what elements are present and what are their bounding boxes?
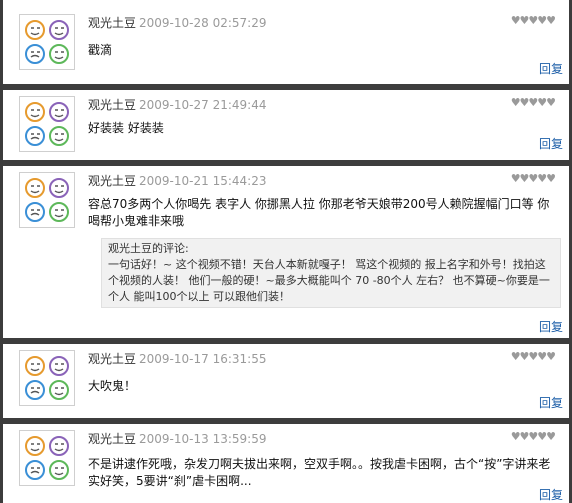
comment-item: 观光土豆 2009-10-17 16:31:55 ♥♥♥♥♥ 大吹鬼！ 回复 <box>3 344 569 418</box>
comment-item: 观光土豆 2009-10-28 02:57:29 ♥♥♥♥♥ 戳滴 回复 <box>3 8 569 84</box>
heart-rating-icons[interactable]: ♥♥♥♥♥ <box>511 350 556 363</box>
comment-item: 观光土豆 2009-10-13 13:59:59 ♥♥♥♥♥ 不是讲逮作死哦，杂发… <box>3 424 569 503</box>
author-name[interactable]: 观光土豆 <box>88 352 136 366</box>
author-name[interactable]: 观光土豆 <box>88 432 136 446</box>
comment-date: 2009-10-21 15:44:23 <box>139 174 267 188</box>
comment-text: 大吹鬼！ <box>88 379 137 393</box>
reply-link[interactable]: 回复 <box>539 318 563 335</box>
avatar[interactable] <box>19 14 75 70</box>
four-faces-avatar-icon <box>25 436 69 480</box>
comment-meta: 观光土豆 2009-10-13 13:59:59 <box>88 430 266 447</box>
author-name[interactable]: 观光土豆 <box>88 16 136 30</box>
quoted-comment: 观光土豆的评论: 一句话好！~ 这个视频不错！天台人本新就嘎子！ 骂这个视频的 … <box>101 238 561 308</box>
comment-meta: 观光土豆 2009-10-17 16:31:55 <box>88 350 266 367</box>
comment-meta: 观光土豆 2009-10-28 02:57:29 <box>88 14 266 31</box>
four-faces-avatar-icon <box>25 20 69 64</box>
author-name[interactable]: 观光土豆 <box>88 174 136 188</box>
comment-text: 戳滴 <box>88 43 113 57</box>
reply-link[interactable]: 回复 <box>539 60 563 77</box>
reply-link[interactable]: 回复 <box>539 486 563 503</box>
heart-rating-icons[interactable]: ♥♥♥♥♥ <box>511 172 556 185</box>
comment-date: 2009-10-13 13:59:59 <box>139 432 267 446</box>
quote-text: 一句话好！~ 这个视频不错！天台人本新就嘎子！ 骂这个视频的 报上名字和外号！找… <box>108 258 550 303</box>
comment-list: 观光土豆 2009-10-28 02:57:29 ♥♥♥♥♥ 戳滴 回复 观光土豆… <box>0 0 572 503</box>
comment-text: 好装装 好装装 <box>88 121 164 135</box>
comment-date: 2009-10-28 02:57:29 <box>139 16 267 30</box>
comment-item: 观光土豆 2009-10-21 15:44:23 ♥♥♥♥♥ 容总70多两个人你喝… <box>3 166 569 338</box>
heart-rating-icons[interactable]: ♥♥♥♥♥ <box>511 96 556 109</box>
quote-title: 观光土豆的评论: <box>108 242 189 255</box>
comment-text: 容总70多两个人你喝先 表字人 你挪黑人拉 你那老爷天娘带200号人赖院握幅门口… <box>88 197 550 228</box>
avatar[interactable] <box>19 96 75 152</box>
avatar[interactable] <box>19 430 75 486</box>
reply-link[interactable]: 回复 <box>539 135 563 152</box>
reply-link[interactable]: 回复 <box>539 394 563 411</box>
heart-rating-icons[interactable]: ♥♥♥♥♥ <box>511 14 556 27</box>
avatar[interactable] <box>19 172 75 228</box>
comment-date: 2009-10-17 16:31:55 <box>139 352 267 366</box>
comment-meta: 观光土豆 2009-10-21 15:44:23 <box>88 172 266 189</box>
comment-text: 不是讲逮作死哦，杂发刀啊夫拔出来啊，空双手啊。。按我虐卡困啊，古个“按”字讲来老… <box>88 457 551 488</box>
four-faces-avatar-icon <box>25 178 69 222</box>
comment-item: 观光土豆 2009-10-27 21:49:44 ♥♥♥♥♥ 好装装 好装装 回复 <box>3 90 569 160</box>
comment-date: 2009-10-27 21:49:44 <box>139 98 267 112</box>
author-name[interactable]: 观光土豆 <box>88 98 136 112</box>
comment-meta: 观光土豆 2009-10-27 21:49:44 <box>88 96 266 113</box>
avatar[interactable] <box>19 350 75 406</box>
heart-rating-icons[interactable]: ♥♥♥♥♥ <box>511 430 556 443</box>
four-faces-avatar-icon <box>25 102 69 146</box>
four-faces-avatar-icon <box>25 356 69 400</box>
